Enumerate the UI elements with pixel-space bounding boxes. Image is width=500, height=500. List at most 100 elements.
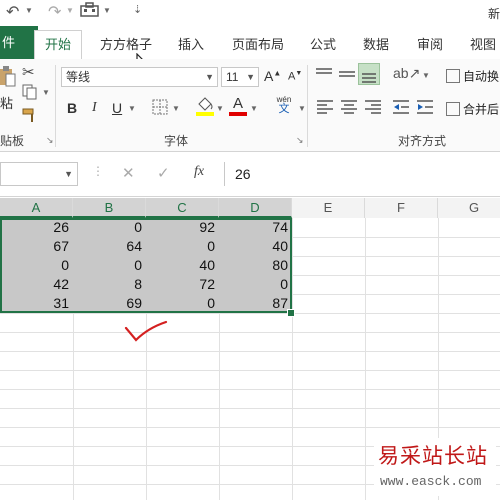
- fill-color-icon[interactable]: [196, 95, 214, 122]
- cell-d5[interactable]: 87: [219, 294, 292, 313]
- cell-b3[interactable]: 0: [73, 256, 146, 275]
- toolbox-icon[interactable]: [80, 2, 99, 17]
- bold-button[interactable]: B: [67, 100, 77, 116]
- clipboard-group-label: 贴板: [0, 134, 25, 148]
- redo-icon[interactable]: ↷: [48, 2, 61, 22]
- cell-c3[interactable]: 40: [146, 256, 219, 275]
- align-left-icon[interactable]: [316, 99, 334, 120]
- top-align-icon[interactable]: [315, 67, 333, 86]
- column-header-f[interactable]: F: [365, 198, 438, 218]
- undo-dropdown-icon[interactable]: ▼: [25, 6, 33, 15]
- font-color-dropdown-icon[interactable]: ▼: [250, 104, 258, 113]
- cell-d1[interactable]: 74: [219, 218, 292, 237]
- decrease-indent-icon[interactable]: [392, 99, 410, 120]
- paste-icon[interactable]: [0, 65, 16, 92]
- toolbox-dropdown-icon[interactable]: ▼: [103, 6, 111, 15]
- cell-c1[interactable]: 92: [146, 218, 219, 237]
- middle-align-icon[interactable]: [338, 67, 356, 86]
- font-launcher-icon[interactable]: ↘: [296, 135, 304, 146]
- font-color-icon[interactable]: A: [229, 95, 247, 116]
- underline-button[interactable]: U: [112, 100, 122, 116]
- merge-cells-icon: [446, 101, 460, 116]
- orientation-icon[interactable]: ab↗: [393, 65, 420, 82]
- font-name-value: 等线: [66, 70, 91, 84]
- tab-formulas[interactable]: 公式: [310, 34, 336, 53]
- tab-review[interactable]: 审阅: [417, 34, 443, 53]
- tab-insert[interactable]: 插入: [178, 34, 204, 53]
- orientation-dropdown-icon[interactable]: ▼: [422, 71, 430, 80]
- paste-label[interactable]: 粘: [0, 93, 13, 112]
- wrap-text-label: 自动换: [463, 69, 500, 84]
- font-size-select[interactable]: 11 ▼: [221, 67, 259, 87]
- tab-home[interactable]: 开始: [34, 30, 82, 59]
- font-group-label: 字体: [164, 134, 189, 148]
- font-color-label: A: [232, 95, 243, 112]
- chevron-down-icon: ▼: [64, 169, 73, 179]
- cell-a5[interactable]: 31: [0, 294, 73, 313]
- insert-function-icon[interactable]: fx: [194, 164, 204, 180]
- column-header-b[interactable]: B: [73, 198, 146, 218]
- cell-d3[interactable]: 80: [219, 256, 292, 275]
- grow-font-button[interactable]: A▲: [264, 68, 281, 84]
- tab-page-layout[interactable]: 页面布局: [232, 34, 284, 53]
- font-name-select[interactable]: 等线 ▼: [61, 67, 218, 87]
- cell-c4[interactable]: 72: [146, 275, 219, 294]
- ribbon: 粘 ✂ ▼ 贴板 ↘ 等线 ▼ 11 ▼ A▲ A▼ B I U ▼ ▼ ▼ A…: [0, 59, 500, 152]
- italic-button[interactable]: I: [92, 100, 97, 116]
- tab-view[interactable]: 视图: [470, 34, 496, 53]
- cut-icon[interactable]: ✂: [22, 63, 35, 81]
- formula-input[interactable]: 26: [224, 162, 500, 186]
- undo-icon[interactable]: ↶: [6, 2, 19, 22]
- name-box[interactable]: ▼: [0, 162, 78, 186]
- wrap-text-button[interactable]: 自动换: [446, 67, 499, 85]
- cell-a1[interactable]: 26: [0, 218, 73, 237]
- phonetic-dropdown-icon[interactable]: ▼: [298, 104, 306, 113]
- fill-color-dropdown-icon[interactable]: ▼: [216, 104, 224, 113]
- phonetic-bottom-label: 文: [278, 103, 290, 115]
- cell-b5[interactable]: 69: [73, 294, 146, 313]
- borders-dropdown-icon[interactable]: ▼: [172, 104, 180, 113]
- borders-icon[interactable]: [152, 99, 168, 120]
- customize-icon[interactable]: ⇣: [133, 3, 142, 16]
- increase-indent-icon[interactable]: [416, 99, 434, 120]
- cell-c2[interactable]: 0: [146, 237, 219, 256]
- copy-icon[interactable]: [22, 84, 38, 105]
- cell-d2[interactable]: 40: [219, 237, 292, 256]
- cell-b2[interactable]: 64: [73, 237, 146, 256]
- cell-b4[interactable]: 8: [73, 275, 146, 294]
- cell-a4[interactable]: 42: [0, 275, 73, 294]
- separator: [55, 65, 56, 147]
- separator: [307, 65, 308, 147]
- redo-dropdown-icon[interactable]: ▼: [66, 6, 74, 15]
- shrink-font-button[interactable]: A▼: [288, 70, 302, 83]
- merge-center-button[interactable]: 合并后: [446, 100, 499, 118]
- formula-bar: ▼ ⋮ ✕ ✓ fx 26: [0, 152, 500, 197]
- chevron-down-icon: ▼: [246, 72, 255, 82]
- copy-dropdown-icon[interactable]: ▼: [42, 88, 50, 97]
- column-header-e[interactable]: E: [292, 198, 365, 218]
- tab-data[interactable]: 数据: [363, 34, 389, 53]
- cell-b1[interactable]: 0: [73, 218, 146, 237]
- tab-fangfanggezi[interactable]: 方方格子: [100, 34, 152, 53]
- align-center-icon[interactable]: [340, 99, 358, 120]
- underline-dropdown-icon[interactable]: ▼: [128, 104, 136, 113]
- clipboard-launcher-icon[interactable]: ↘: [46, 135, 54, 146]
- cancel-icon[interactable]: ✕: [122, 164, 135, 182]
- cell-a2[interactable]: 67: [0, 237, 73, 256]
- cell-d4[interactable]: 0: [219, 275, 292, 294]
- red-checkmark-icon: [122, 318, 172, 349]
- tab-file[interactable]: 件: [0, 26, 38, 59]
- column-header-a[interactable]: A: [0, 198, 73, 218]
- column-header-d[interactable]: D: [219, 198, 292, 218]
- align-right-icon[interactable]: [364, 99, 382, 120]
- ribbon-tabs: 件 开始 方方格子 插入 页面布局 公式 数据 审阅 视图: [0, 26, 500, 74]
- format-painter-icon[interactable]: [22, 107, 38, 128]
- phonetic-button[interactable]: wén 文: [272, 95, 296, 115]
- column-header-g[interactable]: G: [438, 198, 500, 218]
- grow-font-label: A: [264, 68, 274, 84]
- cell-a3[interactable]: 0: [0, 256, 73, 275]
- bottom-align-icon[interactable]: [358, 63, 380, 85]
- cell-c5[interactable]: 0: [146, 294, 219, 313]
- enter-icon[interactable]: ✓: [157, 164, 170, 182]
- column-header-c[interactable]: C: [146, 198, 219, 218]
